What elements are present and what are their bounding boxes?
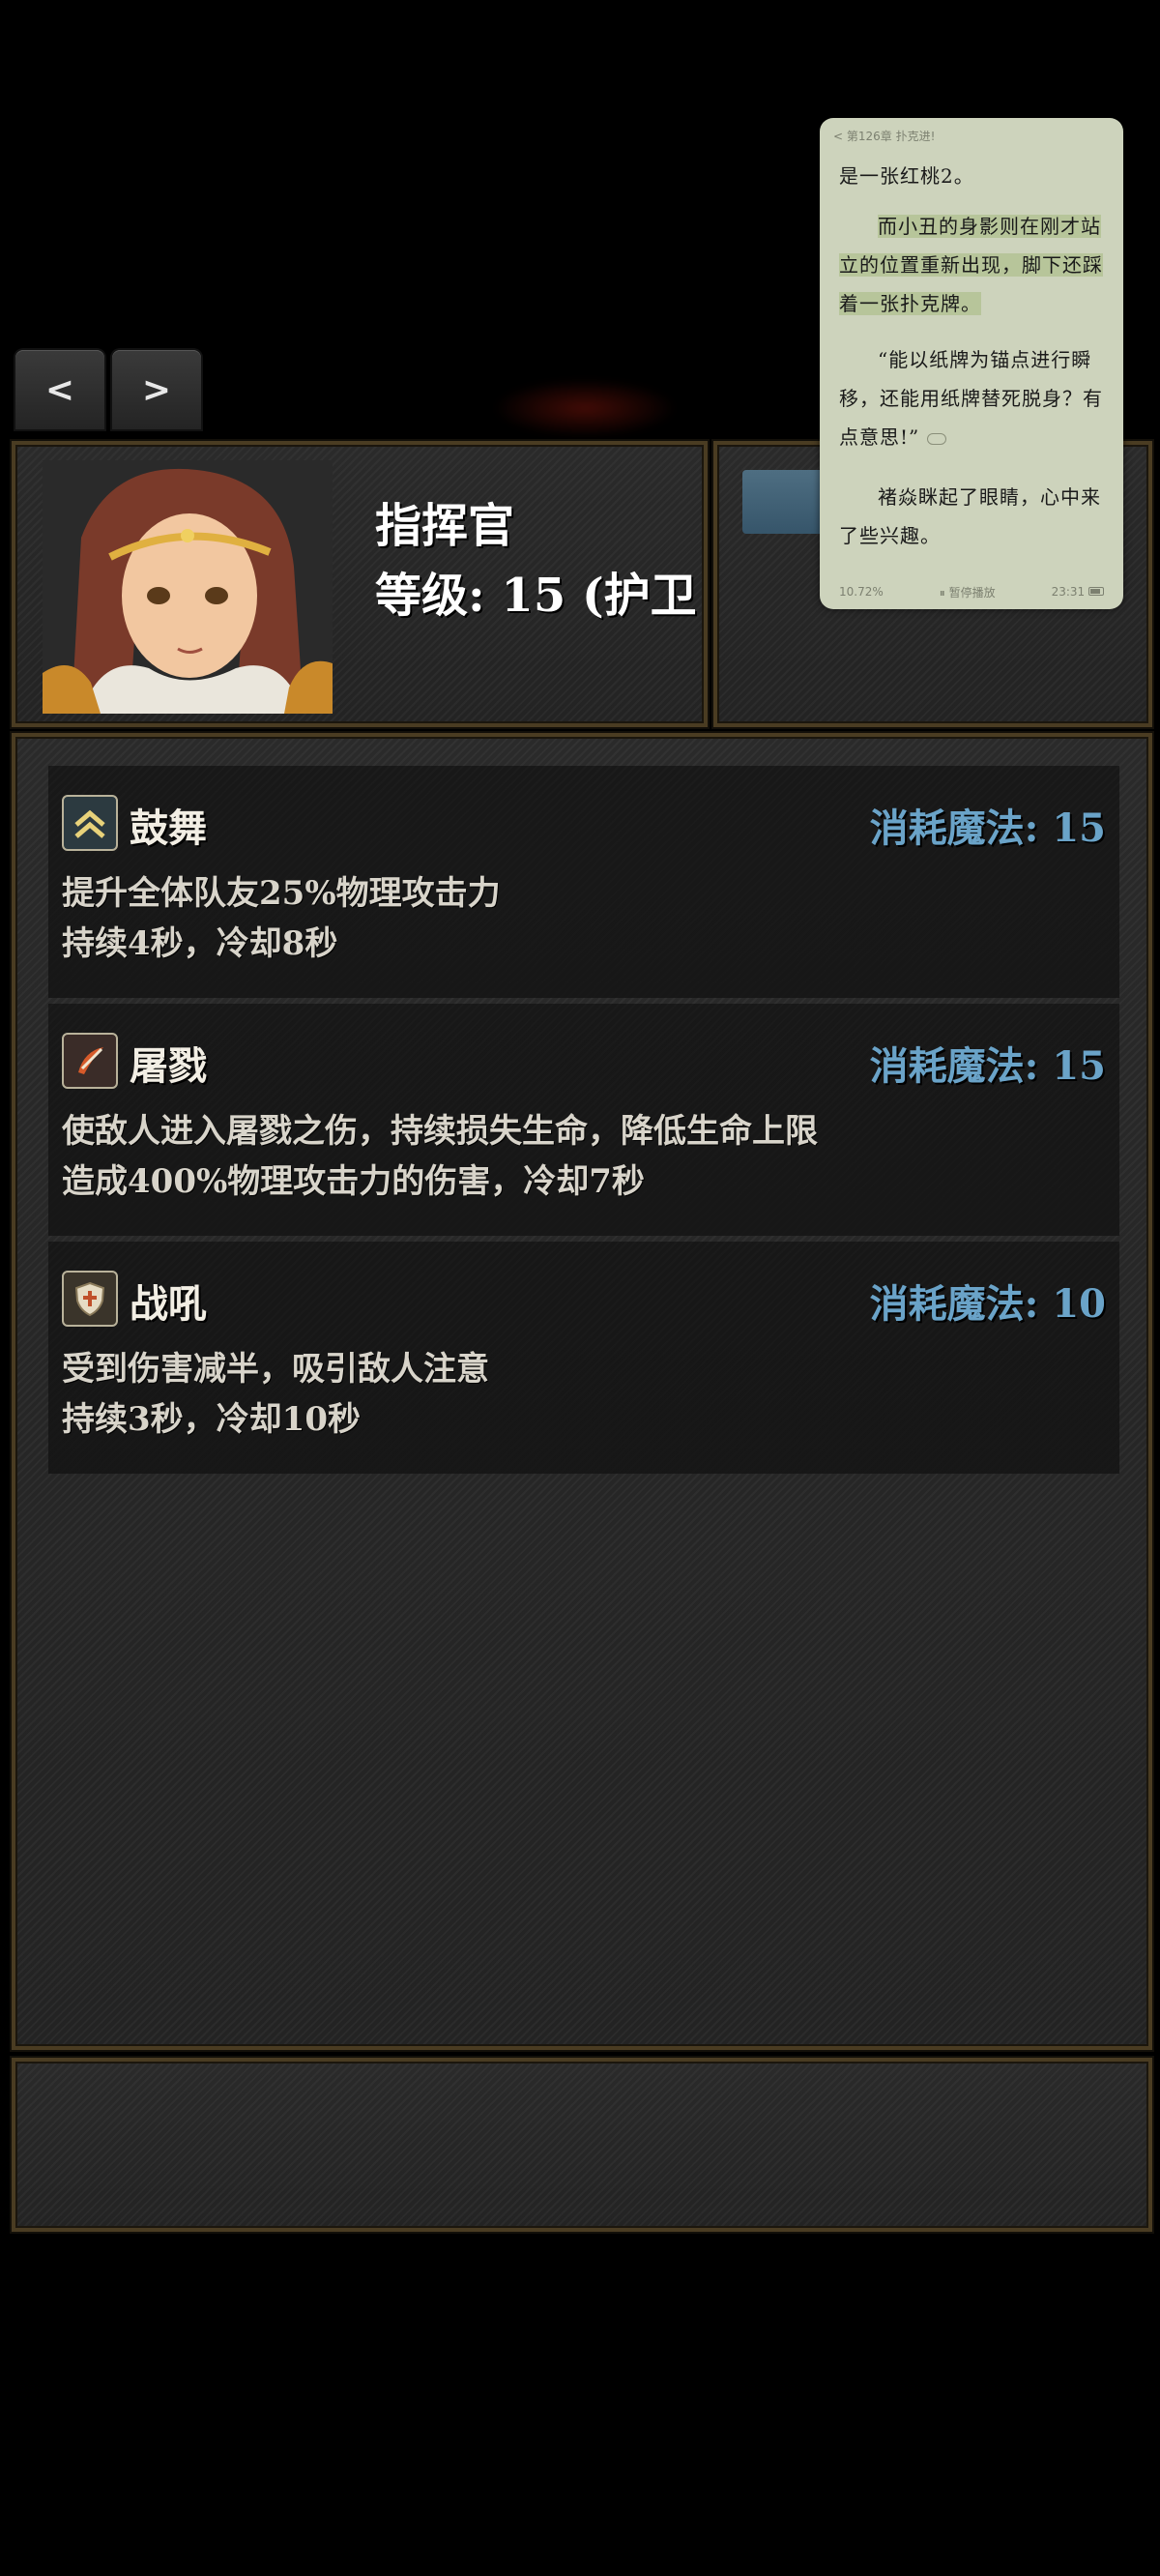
skill-item[interactable]: 鼓舞 消耗魔法: 15 提升全体队友25%物理攻击力 持续4秒，冷却8秒 [48, 766, 1119, 998]
reader-overlay-window[interactable]: < 第126章 扑克进! 是一张红桃2。 而小丑的身影则在刚才站立的位置重新出现… [820, 118, 1123, 609]
reader-paragraph: 是一张红桃2。 [839, 164, 974, 188]
battery-icon [1088, 587, 1104, 596]
highlighted-text: 而小丑的身影则在刚才站立的位置重新出现，脚下还踩着一张扑克牌。 [839, 215, 1103, 315]
side-tab-button[interactable] [742, 470, 829, 534]
clock: 23:31 [1051, 585, 1086, 599]
skill-cost: 消耗魔法: 15 [869, 805, 1106, 851]
cross-shield-icon [62, 1271, 118, 1327]
title-glow [493, 379, 677, 437]
skill-desc-line: 造成400%物理攻击力的伤害，冷却7秒 [62, 1162, 645, 1201]
hero-portrait [43, 460, 333, 714]
skill-desc-line: 持续3秒，冷却10秒 [62, 1400, 361, 1439]
clock-battery: 23:31 [1052, 585, 1104, 599]
skills-panel: 鼓舞 消耗魔法: 15 提升全体队友25%物理攻击力 持续4秒，冷却8秒 屠戮 … [12, 733, 1152, 2050]
hero-name: 指挥官 [375, 499, 515, 553]
hero-panel: 指挥官 等级: 15 (护卫 [12, 441, 708, 727]
reader-quote: “能以纸牌为锚点进行瞬移，还能用纸牌替死脱身？有点意思!” [839, 348, 1103, 449]
reader-paragraph-highlighted: 而小丑的身影则在刚才站立的位置重新出现，脚下还踩着一张扑克牌。 [839, 207, 1106, 323]
annotation-icon[interactable] [926, 432, 946, 445]
blade-slash-icon [62, 1033, 118, 1089]
skill-cost: 消耗魔法: 15 [869, 1043, 1106, 1089]
skill-desc-line: 持续4秒，冷却8秒 [62, 924, 338, 963]
skill-item[interactable]: 屠戮 消耗魔法: 15 使敌人进入屠戮之伤，持续损失生命，降低生命上限 造成40… [48, 1004, 1119, 1236]
skill-cost: 消耗魔法: 10 [869, 1281, 1106, 1327]
pause-playback-button[interactable]: ⏸ 暂停播放 [940, 584, 996, 600]
reader-paragraph: “能以纸牌为锚点进行瞬移，还能用纸牌替死脱身？有点意思!” [839, 340, 1106, 456]
skill-name: 鼓舞 [130, 805, 207, 851]
skill-desc-line: 提升全体队友25%物理攻击力 [62, 874, 501, 913]
reader-status-bar: 10.72% ⏸ 暂停播放 23:31 [839, 582, 1104, 601]
bottom-panel [12, 2058, 1152, 2232]
hero-level: 等级: 15 (护卫 [375, 569, 697, 623]
reader-paragraph: 褚焱眯起了眼睛，心中来了些兴趣。 [839, 485, 1101, 547]
prev-button[interactable]: < [15, 350, 104, 429]
skill-desc-line: 使敌人进入屠戮之伤，持续损失生命，降低生命上限 [62, 1112, 818, 1151]
double-chevron-up-icon [62, 795, 118, 851]
skill-item[interactable]: 战吼 消耗魔法: 10 受到伤害减半，吸引敌人注意 持续3秒，冷却10秒 [48, 1242, 1119, 1474]
skill-desc-line: 受到伤害减半，吸引敌人注意 [62, 1350, 489, 1389]
chapter-title[interactable]: < 第126章 扑克进! [833, 128, 935, 144]
reading-progress: 10.72% [839, 585, 884, 599]
next-button[interactable]: > [112, 350, 201, 429]
skill-name: 战吼 [130, 1281, 207, 1327]
skill-name: 屠戮 [130, 1043, 207, 1089]
